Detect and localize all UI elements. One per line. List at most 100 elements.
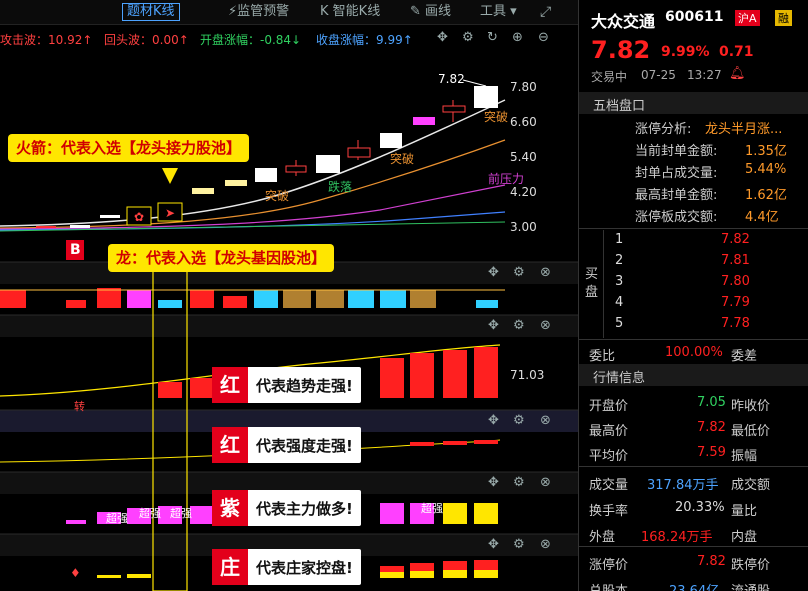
diff-label: 委差 (731, 349, 758, 364)
stat-value: 5.44% (745, 162, 787, 177)
ratio-value: 100.00% (665, 345, 723, 360)
bid-price: 7.80 (721, 274, 750, 289)
quote-value: 23.64亿 (669, 580, 719, 591)
quote-row: 换手率 20.33% 量比 (579, 496, 808, 520)
quote-value: 317.84万手 (647, 478, 719, 493)
limit-analysis-row[interactable]: 涨停分析: 龙头半月涨... (579, 114, 808, 138)
stat-label: 当前封单金额: (635, 144, 718, 159)
move-icon[interactable]: ✥ (488, 414, 499, 428)
bid-price: 7.78 (721, 316, 750, 331)
quote-row: 总股本 23.64亿 流通股 (579, 576, 808, 591)
quote-row: 平均价 7.59 振幅 (579, 441, 808, 465)
close-icon[interactable]: ⊗ (540, 266, 551, 280)
quote-label: 内盘 (731, 530, 758, 545)
bid-level-row[interactable]: 4 7.79 (579, 293, 808, 314)
rocket-callout: 火箭：代表入选【龙头接力股池】 (8, 134, 250, 162)
trade-time: 13:27 (687, 68, 722, 82)
quote-label: 成交量 (589, 478, 629, 493)
close-icon[interactable]: ⊗ (540, 476, 551, 490)
high-price-tag: 7.82 (438, 72, 465, 86)
quote-label: 最高价 (589, 424, 629, 439)
bid-price: 7.82 (721, 232, 750, 247)
move-icon[interactable]: ✥ (488, 319, 499, 333)
price-tick: 7.80 (510, 80, 537, 94)
quote-label: 昨收价 (731, 399, 771, 414)
quote-info-title: 行情信息 (593, 371, 646, 386)
change-amount: 0.71 (719, 44, 754, 60)
quote-row: 成交量 317.84万手 成交额 (579, 470, 808, 494)
close-icon[interactable]: ⊗ (540, 538, 551, 552)
price-tick: 4.20 (510, 185, 537, 199)
quote-value: 7.59 (697, 445, 726, 460)
stat-label: 涨停板成交额: (635, 210, 718, 225)
gear-icon[interactable]: ⚙ (513, 476, 525, 490)
gear-icon[interactable]: ⚙ (513, 319, 525, 333)
quote-label: 振幅 (731, 449, 758, 464)
order-ratio-row: 委比 100.00% 委差 (579, 341, 808, 365)
trade-status: 交易中 (591, 70, 628, 84)
analysis-label: 涨停分析: (635, 122, 692, 137)
super-strong-label: 超强 (421, 502, 443, 515)
buy-mark: B (70, 242, 81, 258)
stat-value: 1.35亿 (745, 144, 787, 159)
stat-value: 1.62亿 (745, 188, 787, 203)
diamond-mark-icon: ♦ (70, 566, 81, 580)
bid-level: 4 (615, 295, 624, 310)
bid-level: 2 (615, 253, 624, 268)
order-book-title: 五档盘口 (593, 99, 646, 114)
svg-text:✿: ✿ (134, 210, 144, 224)
quote-label: 总股本 (589, 580, 628, 591)
quote-label: 开盘价 (589, 399, 629, 414)
quote-panel: 大众交通 600611 沪A 融 7.82 9.99% 0.71 交易中 07-… (578, 0, 808, 591)
breakout-label: 突破 (390, 152, 415, 166)
strength-legend-badge: 红 代表强度走强! (212, 427, 361, 463)
move-icon[interactable]: ✥ (488, 476, 499, 490)
bid-level: 3 (615, 274, 624, 289)
badge-text: 代表趋势走强! (256, 376, 353, 395)
trade-date: 07-25 (641, 68, 676, 82)
breakout-label: 突破 (484, 110, 509, 124)
bid-level-row[interactable]: 1 7.82 (579, 230, 808, 251)
bid-level: 1 (615, 232, 624, 247)
resistance-label: 前压力 (488, 172, 525, 186)
quote-value: 7.05 (697, 395, 726, 410)
super-strong-label: 超强 (170, 507, 192, 520)
badge-key: 红 (212, 367, 248, 403)
stock-header: 大众交通 600611 沪A 融 7.82 9.99% 0.71 交易中 07-… (579, 0, 808, 92)
quote-label: 涨停价 (589, 558, 629, 573)
bid-level-row[interactable]: 2 7.81 (579, 251, 808, 272)
badge-key: 紫 (212, 490, 248, 526)
move-icon[interactable]: ✥ (488, 266, 499, 280)
ratio-label: 委比 (589, 349, 616, 364)
turn-mark: 转 (74, 400, 85, 413)
sub-panel-value: 71.03 (510, 368, 545, 382)
badge-key: 庄 (212, 549, 248, 585)
super-strong-label: 超强 (106, 512, 128, 525)
quote-info-header: 行情信息 (579, 364, 808, 386)
dragon-callout: 龙：代表入选【龙头基因股池】 (108, 244, 335, 272)
price-tick: 6.60 (510, 115, 537, 129)
quote-value: 7.82 (697, 420, 726, 435)
gear-icon[interactable]: ⚙ (513, 266, 525, 280)
bid-level-row[interactable]: 3 7.80 (579, 272, 808, 293)
quote-label: 外盘 (589, 530, 616, 545)
stat-value: 4.4亿 (745, 210, 779, 225)
order-book-header: 五档盘口 (579, 92, 808, 114)
close-icon[interactable]: ⊗ (540, 414, 551, 428)
bid-level-row[interactable]: 5 7.78 (579, 314, 808, 335)
gear-icon[interactable]: ⚙ (513, 538, 525, 552)
market-badge: 沪A (735, 10, 760, 26)
margin-badge: 融 (775, 10, 792, 26)
quote-row: 涨停价 7.82 跌停价 (579, 550, 808, 574)
move-icon[interactable]: ✥ (488, 538, 499, 552)
quote-value: 168.24万手 (641, 530, 713, 545)
trend-legend-badge: 红 代表趋势走强! (212, 367, 361, 403)
gear-icon[interactable]: ⚙ (513, 414, 525, 428)
bell-icon[interactable]: 🔔︎ (729, 66, 746, 81)
badge-key: 红 (212, 427, 248, 463)
dealer-legend-badge: 庄 代表庄家控盘! (212, 549, 361, 585)
quote-label: 平均价 (589, 449, 629, 464)
price-tick: 3.00 (510, 220, 537, 234)
close-icon[interactable]: ⊗ (540, 319, 551, 333)
quote-label: 成交额 (731, 478, 771, 493)
